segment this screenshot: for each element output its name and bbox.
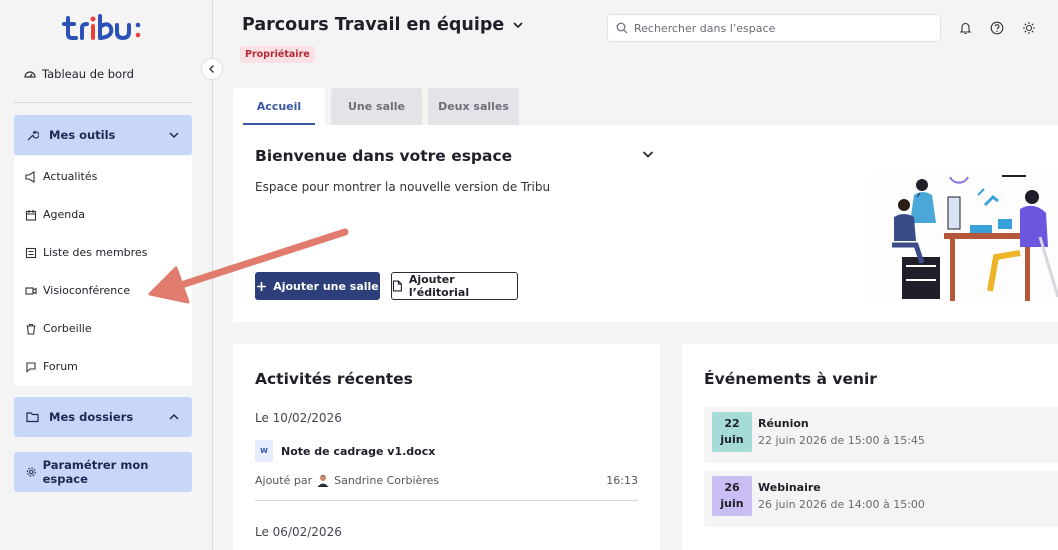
activity-time: 16:13 xyxy=(606,474,638,487)
event-item[interactable]: 22 juin Réunion 22 juin 2026 de 15:00 à … xyxy=(704,407,1058,463)
tool-label: Corbeille xyxy=(43,322,92,335)
activity-meta: Ajouté par Sandrine Corbières xyxy=(255,473,439,487)
sidebar-item-dashboard[interactable]: Tableau de bord xyxy=(24,67,134,81)
collapse-sidebar-button[interactable] xyxy=(201,58,223,80)
search-input[interactable] xyxy=(634,21,924,35)
tools-group-toggle[interactable]: Mes outils xyxy=(14,115,192,155)
avatar xyxy=(317,475,329,487)
dashboard-icon xyxy=(24,71,36,78)
help-button[interactable] xyxy=(985,16,1009,40)
theme-toggle-button[interactable] xyxy=(1017,16,1041,40)
gear-icon xyxy=(26,467,36,477)
role-badge: Propriétaire xyxy=(240,46,315,63)
recent-activities-card: Activités récentes Le 10/02/2026 W Note … xyxy=(233,344,660,550)
welcome-card: Bienvenue dans votre espace Espace pour … xyxy=(233,125,1058,322)
event-item[interactable]: 26 juin Webinaire 26 juin 2026 de 14:00 … xyxy=(704,471,1058,527)
event-name: Webinaire xyxy=(758,481,821,494)
upcoming-events-card: Événements à venir 22 juin Réunion 22 ju… xyxy=(682,344,1058,550)
bell-icon xyxy=(959,22,971,34)
trash-icon xyxy=(26,323,36,335)
megaphone-icon xyxy=(25,170,35,183)
tab-une-salle[interactable]: Une salle xyxy=(331,88,422,125)
sun-icon xyxy=(1023,22,1035,34)
tab-label: Accueil xyxy=(256,100,302,113)
activity-item[interactable]: W Note de cadrage v1.docx xyxy=(255,440,435,462)
button-label: Ajouter une salle xyxy=(273,279,379,293)
notifications-button[interactable] xyxy=(953,16,977,40)
tab-label: Une salle xyxy=(347,100,406,113)
event-month: juin xyxy=(720,497,744,510)
search-box[interactable] xyxy=(607,14,941,42)
button-label: Ajouter l’éditorial xyxy=(408,273,470,299)
settings-label: Paramétrer mon espace xyxy=(42,458,149,486)
team-work-illustration xyxy=(870,175,1058,301)
chevron-down-icon[interactable] xyxy=(641,147,655,161)
sidebar-item-corbeille[interactable]: Corbeille xyxy=(25,322,92,335)
chat-icon xyxy=(26,361,36,373)
chevron-down-icon xyxy=(513,22,523,29)
sidebar-item-label: Tableau de bord xyxy=(42,67,134,81)
space-title: Parcours Travail en équipe xyxy=(242,15,505,35)
add-room-button[interactable]: Ajouter une salle xyxy=(255,272,380,300)
list-icon xyxy=(25,247,37,258)
sidebar-item-visioconference[interactable]: Visioconférence xyxy=(25,284,130,297)
divider xyxy=(255,500,638,501)
event-date-badge: 22 juin xyxy=(712,412,752,452)
calendar-icon xyxy=(25,209,37,221)
folders-group-toggle[interactable]: Mes dossiers xyxy=(14,397,192,437)
wrench-icon xyxy=(27,130,39,140)
activity-date: Le 06/02/2026 xyxy=(255,525,342,539)
tool-label: Liste des membres xyxy=(43,246,148,259)
event-datetime: 22 juin 2026 de 15:00 à 15:45 xyxy=(758,434,925,447)
video-icon xyxy=(25,286,37,295)
folders-group-label: Mes dossiers xyxy=(49,410,134,424)
event-day: 26 xyxy=(724,481,740,494)
settings-button[interactable]: Paramétrer mon espace xyxy=(14,452,192,492)
sidebar-item-agenda[interactable]: Agenda xyxy=(25,208,85,221)
event-month: juin xyxy=(720,433,744,446)
chevron-up-icon xyxy=(169,413,179,420)
tools-list: Actualités Agenda Liste des membres Visi… xyxy=(14,156,192,386)
activity-date: Le 10/02/2026 xyxy=(255,411,342,425)
sidebar: Tableau de bord Mes outils Actualités Ag… xyxy=(0,0,213,550)
added-by-prefix: Ajouté par xyxy=(255,473,313,487)
sidebar-item-membres[interactable]: Liste des membres xyxy=(25,246,147,259)
author-name[interactable]: Sandrine Corbières xyxy=(334,474,439,487)
sidebar-divider xyxy=(14,102,192,103)
activities-title: Activités récentes xyxy=(255,370,413,388)
plus-icon xyxy=(257,281,267,291)
welcome-title: Bienvenue dans votre espace xyxy=(255,147,513,165)
tab-deux-salles[interactable]: Deux salles xyxy=(428,88,519,125)
search-icon xyxy=(616,22,628,34)
event-datetime: 26 juin 2026 de 14:00 à 15:00 xyxy=(758,498,925,511)
tab-label: Deux salles xyxy=(438,100,509,113)
tools-group-label: Mes outils xyxy=(49,128,116,142)
tab-accueil[interactable]: Accueil xyxy=(233,88,325,125)
tool-label: Visioconférence xyxy=(43,284,131,297)
document-icon xyxy=(392,280,402,292)
word-file-icon: W xyxy=(255,440,273,462)
events-title: Événements à venir xyxy=(704,370,877,388)
file-name: Note de cadrage v1.docx xyxy=(281,444,436,458)
page-title[interactable]: Parcours Travail en équipe xyxy=(242,15,524,35)
folder-icon xyxy=(26,412,39,423)
help-icon xyxy=(990,21,1004,35)
tribu-logo[interactable] xyxy=(62,12,144,42)
add-editorial-button[interactable]: Ajouter l’éditorial xyxy=(391,272,518,300)
chevron-left-icon xyxy=(209,65,214,73)
sidebar-item-forum[interactable]: Forum xyxy=(25,360,78,373)
tool-label: Forum xyxy=(43,360,78,373)
chevron-down-icon xyxy=(169,132,179,139)
event-day: 22 xyxy=(724,417,740,430)
sidebar-item-actualites[interactable]: Actualités xyxy=(25,170,97,183)
event-name: Réunion xyxy=(758,417,809,430)
welcome-description: Espace pour montrer la nouvelle version … xyxy=(255,180,551,194)
tool-label: Agenda xyxy=(43,208,85,221)
tool-label: Actualités xyxy=(43,170,98,183)
event-date-badge: 26 juin xyxy=(712,476,752,516)
